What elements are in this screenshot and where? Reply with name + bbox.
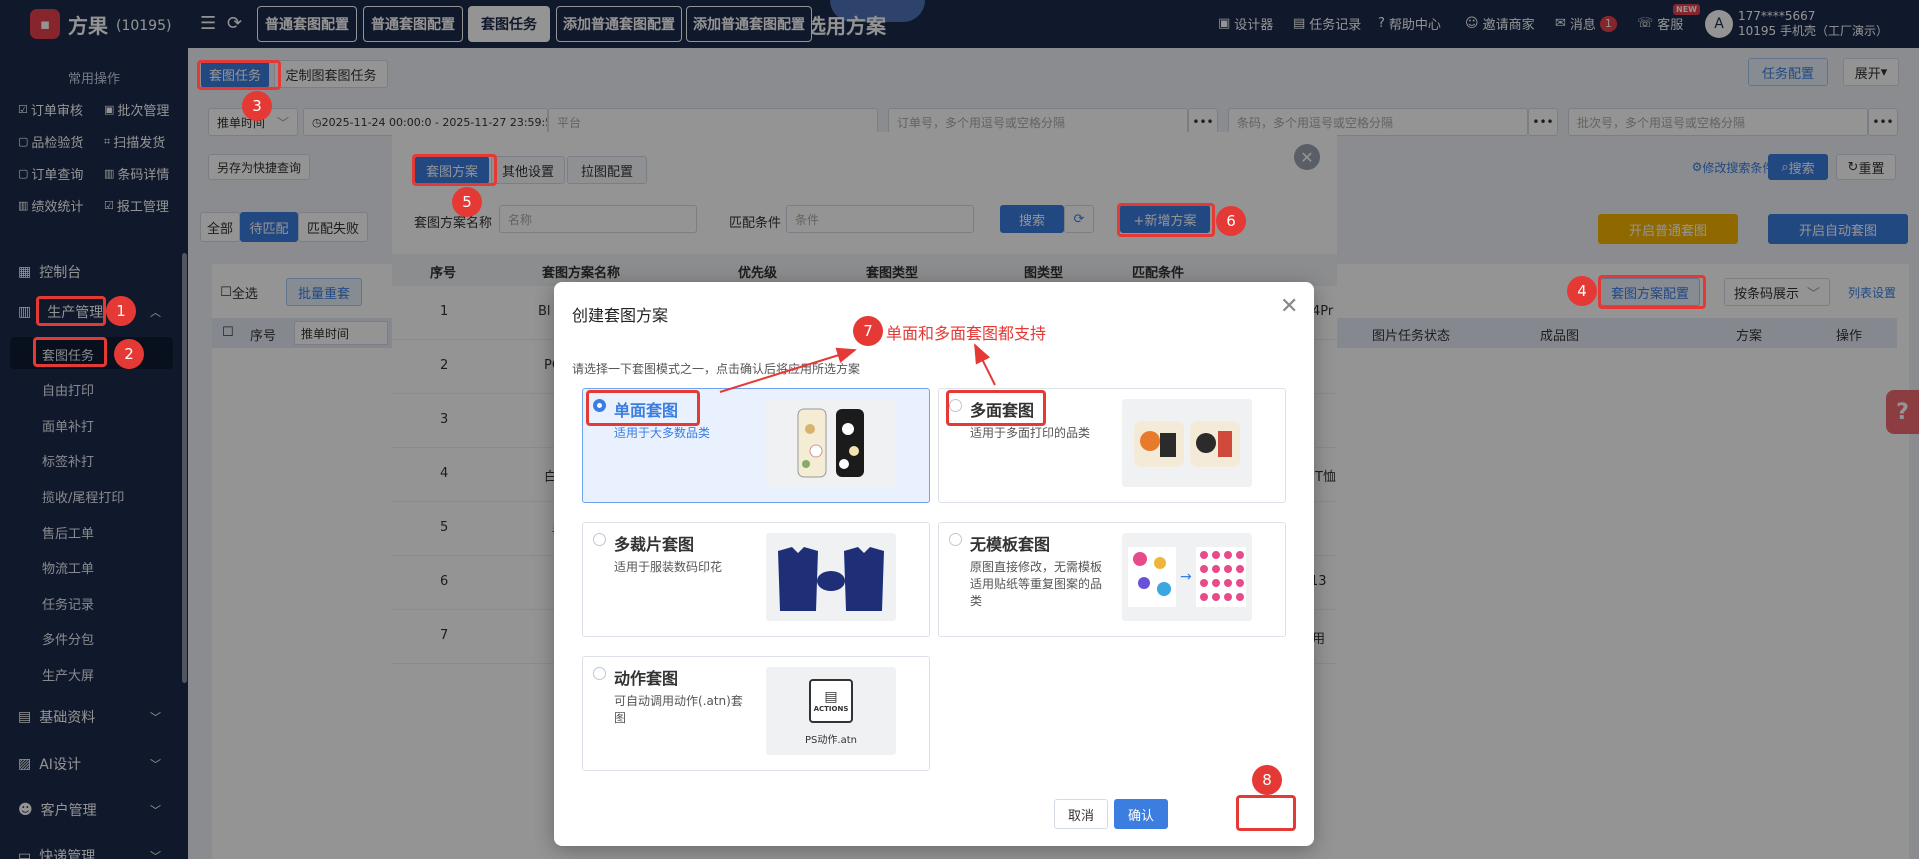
annotation-arrows xyxy=(719,343,996,393)
step-4-badge: 4 xyxy=(1567,276,1597,306)
step-7-badge: 7 xyxy=(853,316,883,346)
step-8-badge: 8 xyxy=(1252,765,1282,795)
step-2-badge: 2 xyxy=(114,339,144,369)
step-5-badge: 5 xyxy=(452,187,482,217)
step-1-badge: 1 xyxy=(106,296,136,326)
annotation-text: 单面和多面套图都支持 xyxy=(886,324,1047,343)
step-6-badge: 6 xyxy=(1216,206,1246,236)
step-3-badge: 3 xyxy=(242,91,272,121)
